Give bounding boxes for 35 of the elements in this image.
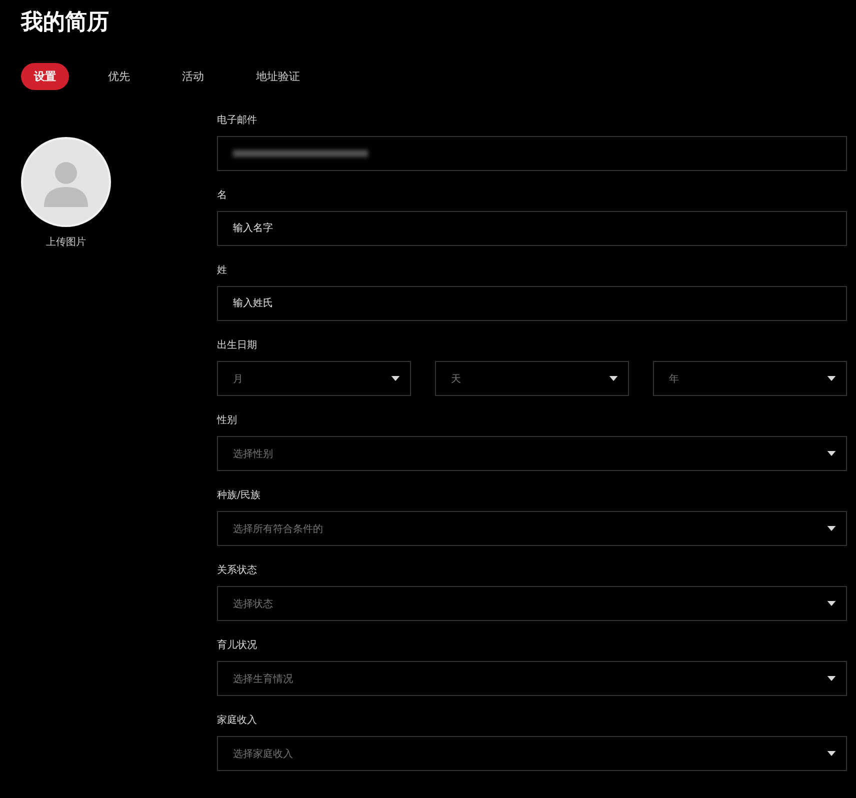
tab[interactable]: 优先 [95, 63, 143, 90]
caret-icon [609, 376, 618, 381]
dropdown[interactable]: 年 [653, 361, 847, 396]
field-label: 关系状态 [217, 564, 257, 578]
avatar-icon[interactable] [21, 137, 111, 227]
page-title: 我的简历 [21, 9, 110, 37]
input-field[interactable]: 输入姓氏 [217, 286, 847, 321]
field-label: 姓 [217, 264, 227, 278]
dropdown[interactable]: 选择状态 [217, 586, 847, 621]
field-label: 种族/民族 [217, 489, 260, 503]
field-label: 出生日期 [217, 339, 257, 353]
field-label: 家庭收入 [217, 714, 257, 728]
caret-icon [827, 676, 836, 681]
dropdown[interactable]: 选择所有符合条件的 [217, 511, 847, 546]
field-label: 电子邮件 [217, 114, 257, 128]
email-field[interactable] [217, 136, 847, 171]
caret-icon [827, 526, 836, 531]
tab[interactable]: 设置 [21, 63, 69, 90]
upload-photo-label[interactable]: 上传图片 [21, 235, 111, 249]
tab[interactable]: 地址验证 [243, 63, 313, 90]
caret-icon [827, 601, 836, 606]
tab[interactable]: 活动 [169, 63, 217, 90]
caret-icon [391, 376, 400, 381]
field-label: 育儿状况 [217, 639, 257, 653]
caret-icon [827, 451, 836, 456]
dropdown[interactable]: 选择性别 [217, 436, 847, 471]
dropdown[interactable]: 选择家庭收入 [217, 736, 847, 771]
dropdown[interactable]: 天 [435, 361, 629, 396]
caret-icon [827, 751, 836, 756]
dropdown[interactable]: 选择生育情况 [217, 661, 847, 696]
input-field[interactable]: 输入名字 [217, 211, 847, 246]
dropdown[interactable]: 月 [217, 361, 411, 396]
field-label: 名 [217, 189, 227, 203]
caret-icon [827, 376, 836, 381]
field-label: 性别 [217, 414, 237, 428]
